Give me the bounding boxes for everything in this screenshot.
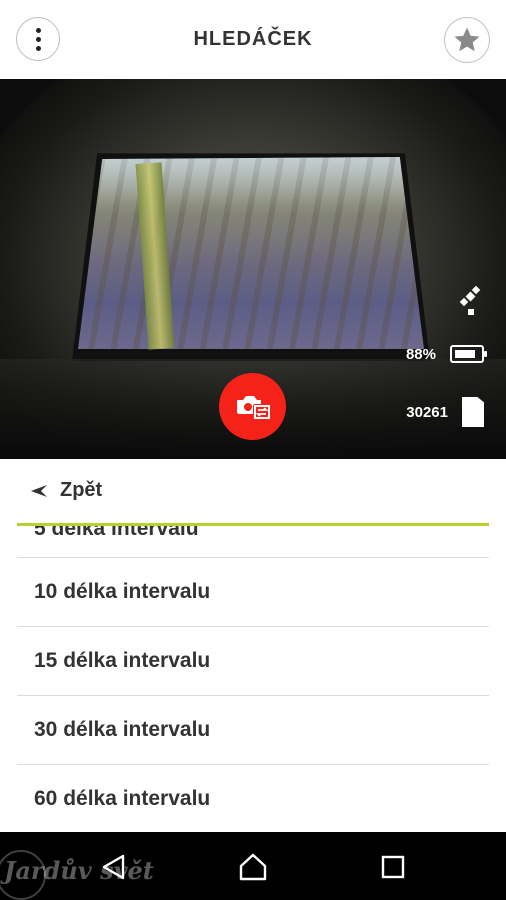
list-item-label: 15 délka intervalu [34,649,211,672]
satellite-icon [459,285,481,315]
battery-percent: 88% [405,345,436,363]
remaining-shots: 30261 [406,403,448,421]
page-title: HLEDÁČEK [193,28,313,50]
list-item[interactable]: 10 délka intervalu [17,558,489,627]
interval-list[interactable]: 5 délka intervalu 10 délka intervalu 15 … [17,526,489,832]
list-item[interactable]: 30 délka intervalu [17,696,489,765]
nav-home-button[interactable] [236,850,270,884]
app-header: HLEDÁČEK [0,0,506,79]
camera-viewfinder: 88% 30261 [0,79,506,459]
watermark-text: Jardův svět [4,856,154,885]
list-item-label: 60 délka intervalu [34,787,211,810]
back-arrow-icon [31,484,47,497]
list-item-label: 30 délka intervalu [34,718,211,741]
square-recents-icon [381,855,405,879]
sd-card-icon [462,397,484,427]
interval-settings-panel: Zpět 5 délka intervalu 10 délka interval… [0,459,506,832]
favorite-button[interactable] [444,17,490,63]
list-item[interactable]: 15 délka intervalu [17,627,489,696]
battery-icon [450,345,487,363]
back-button[interactable]: Zpět [30,479,102,502]
gps-status [458,285,484,315]
star-icon [454,27,480,52]
nav-recents-button[interactable] [376,850,410,884]
list-item-label: 10 délka intervalu [34,580,211,603]
home-icon [239,853,267,881]
live-preview-image [78,157,424,349]
storage-status: 30261 [406,397,484,427]
list-item[interactable]: 60 délka intervalu [17,765,489,832]
camera-switch-icon [236,395,270,419]
battery-fill [455,350,475,358]
back-label: Zpět [60,479,103,501]
capture-button[interactable] [219,373,286,440]
list-item[interactable]: 5 délka intervalu [17,526,489,558]
list-item-label: 5 délka intervalu [34,526,199,540]
battery-status: 88% [405,345,487,363]
